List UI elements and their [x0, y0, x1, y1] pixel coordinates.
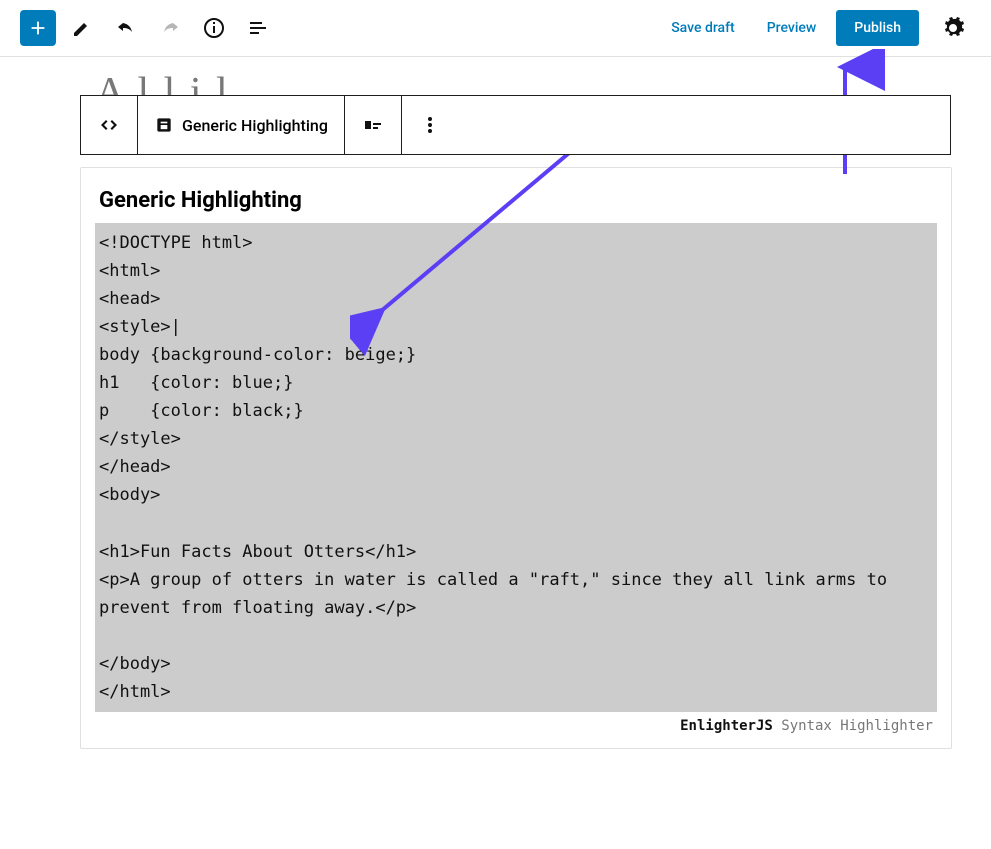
block-generic-icon — [154, 115, 174, 135]
more-options-button[interactable] — [402, 96, 458, 154]
code-block[interactable]: Generic Highlighting <!DOCTYPE html> <ht… — [80, 167, 952, 749]
more-vertical-icon — [418, 113, 442, 137]
block-label-button[interactable]: Generic Highlighting — [138, 96, 345, 154]
code-block-content[interactable]: <!DOCTYPE html> <html> <head> <style>| b… — [95, 223, 937, 712]
block-label-text: Generic Highlighting — [182, 116, 328, 135]
footer-brand: EnlighterJS — [680, 718, 773, 734]
redo-button[interactable] — [152, 10, 188, 46]
editor-canvas: A l l i l Generic Highlighting — [0, 57, 991, 789]
info-icon — [202, 16, 226, 40]
code-block-footer: EnlighterJS Syntax Highlighter — [95, 712, 937, 744]
info-button[interactable] — [196, 10, 232, 46]
plus-icon — [27, 17, 49, 39]
align-button[interactable] — [345, 96, 402, 154]
edit-tool-button[interactable] — [64, 10, 100, 46]
preview-button[interactable]: Preview — [755, 12, 829, 44]
outline-button[interactable] — [240, 10, 276, 46]
block-toolbar: Generic Highlighting — [80, 95, 951, 155]
code-block-title: Generic Highlighting — [95, 182, 937, 223]
editor-top-toolbar: Save draft Preview Publish — [0, 0, 991, 57]
align-icon — [361, 113, 385, 137]
gear-icon — [941, 16, 965, 40]
pencil-icon — [70, 16, 94, 40]
list-icon — [246, 16, 270, 40]
redo-icon — [158, 16, 182, 40]
undo-button[interactable] — [108, 10, 144, 46]
settings-button[interactable] — [935, 10, 971, 46]
publish-button[interactable]: Publish — [836, 10, 919, 46]
footer-text: Syntax Highlighter — [773, 718, 933, 734]
save-draft-button[interactable]: Save draft — [659, 12, 747, 44]
add-block-button[interactable] — [20, 10, 56, 46]
undo-icon — [114, 16, 138, 40]
block-type-button[interactable] — [81, 96, 138, 154]
code-icon — [97, 113, 121, 137]
